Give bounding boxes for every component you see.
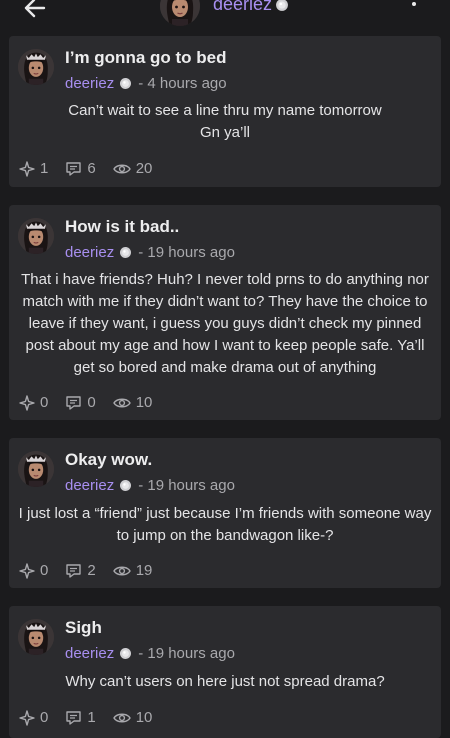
like-count: 0 bbox=[40, 562, 49, 579]
verified-badge-icon bbox=[120, 247, 132, 258]
like-button[interactable]: 0 bbox=[19, 709, 48, 726]
post-stats: 1 6 20 bbox=[19, 160, 169, 177]
post-feed: I’m gonna go to bed deeriez - 4 hours ag… bbox=[9, 36, 441, 738]
post-time: - 4 hours ago bbox=[138, 75, 227, 92]
comment-button[interactable]: 1 bbox=[65, 709, 96, 726]
verified-badge-icon bbox=[120, 648, 132, 659]
post-time: - 19 hours ago bbox=[138, 645, 235, 662]
post-meta: deeriez - 19 hours ago bbox=[65, 244, 235, 261]
sparkle-icon bbox=[19, 160, 35, 177]
view-count-stat: 10 bbox=[112, 394, 153, 411]
like-button[interactable]: 1 bbox=[19, 160, 48, 177]
post-body: That i have friends? Huh? I never told p… bbox=[21, 271, 429, 376]
comment-icon bbox=[66, 710, 82, 725]
post-author[interactable]: deeriez bbox=[65, 75, 114, 92]
comment-icon bbox=[66, 395, 82, 410]
post-time: - 19 hours ago bbox=[138, 244, 235, 261]
post-body: Why can’t users on here just not spread … bbox=[65, 673, 385, 690]
view-count: 19 bbox=[135, 562, 153, 579]
post-meta: deeriez - 19 hours ago bbox=[65, 477, 235, 494]
post-card[interactable]: Sigh deeriez - 19 hours ago Why can’t us… bbox=[9, 606, 441, 738]
comment-icon bbox=[66, 161, 82, 176]
post-meta: deeriez - 4 hours ago bbox=[65, 75, 227, 92]
view-count: 10 bbox=[135, 394, 153, 411]
post-title[interactable]: How is it bad.. bbox=[65, 217, 179, 237]
profile-username[interactable]: deeriez bbox=[213, 0, 272, 15]
post-card[interactable]: I’m gonna go to bed deeriez - 4 hours ag… bbox=[9, 36, 441, 187]
comment-count: 1 bbox=[87, 709, 96, 726]
comment-count: 0 bbox=[87, 394, 96, 411]
avatar[interactable] bbox=[18, 218, 54, 254]
sparkle-icon bbox=[19, 394, 35, 411]
eye-icon bbox=[112, 164, 131, 173]
like-button[interactable]: 0 bbox=[19, 562, 48, 579]
back-arrow-icon[interactable] bbox=[22, 0, 48, 20]
sparkle-icon bbox=[19, 709, 35, 726]
post-stats: 0 1 10 bbox=[19, 709, 169, 726]
comment-count: 6 bbox=[87, 160, 96, 177]
view-count: 20 bbox=[135, 160, 153, 177]
view-count-stat: 20 bbox=[112, 160, 153, 177]
profile-avatar[interactable] bbox=[160, 0, 200, 26]
post-stats: 0 0 10 bbox=[19, 394, 169, 411]
post-body: I just lost a “friend” just because I’m … bbox=[18, 505, 432, 544]
avatar[interactable] bbox=[18, 619, 54, 655]
like-count: 0 bbox=[40, 709, 49, 726]
post-card[interactable]: How is it bad.. deeriez - 19 hours ago T… bbox=[9, 205, 441, 420]
more-vertical-icon[interactable] bbox=[408, 0, 420, 18]
comment-button[interactable]: 0 bbox=[65, 394, 96, 411]
top-bar: deeriez bbox=[0, 0, 450, 26]
sparkle-icon bbox=[19, 562, 35, 579]
comment-icon bbox=[66, 563, 82, 578]
view-count-stat: 10 bbox=[112, 709, 153, 726]
like-count: 1 bbox=[40, 160, 49, 177]
post-card[interactable]: Okay wow. deeriez - 19 hours ago I just … bbox=[9, 438, 441, 588]
post-meta: deeriez - 19 hours ago bbox=[65, 645, 235, 662]
post-stats: 0 2 19 bbox=[19, 562, 169, 579]
post-title[interactable]: Okay wow. bbox=[65, 450, 152, 470]
post-time: - 19 hours ago bbox=[138, 477, 235, 494]
post-title[interactable]: Sigh bbox=[65, 618, 102, 638]
comment-button[interactable]: 2 bbox=[65, 562, 96, 579]
verified-badge-icon bbox=[120, 78, 132, 89]
eye-icon bbox=[112, 713, 131, 722]
post-body: Can’t wait to see a line thru my name to… bbox=[68, 102, 382, 141]
like-button[interactable]: 0 bbox=[19, 394, 48, 411]
view-count-stat: 19 bbox=[112, 562, 153, 579]
comment-count: 2 bbox=[87, 562, 96, 579]
post-author[interactable]: deeriez bbox=[65, 645, 114, 662]
verified-badge-icon bbox=[120, 480, 132, 491]
post-author[interactable]: deeriez bbox=[65, 244, 114, 261]
avatar[interactable] bbox=[18, 49, 54, 85]
eye-icon bbox=[112, 398, 131, 407]
post-author[interactable]: deeriez bbox=[65, 477, 114, 494]
post-title[interactable]: I’m gonna go to bed bbox=[65, 48, 226, 68]
avatar[interactable] bbox=[18, 451, 54, 487]
view-count: 10 bbox=[135, 709, 153, 726]
verified-badge-icon bbox=[276, 0, 288, 11]
comment-button[interactable]: 6 bbox=[65, 160, 96, 177]
eye-icon bbox=[112, 566, 131, 575]
like-count: 0 bbox=[40, 394, 49, 411]
